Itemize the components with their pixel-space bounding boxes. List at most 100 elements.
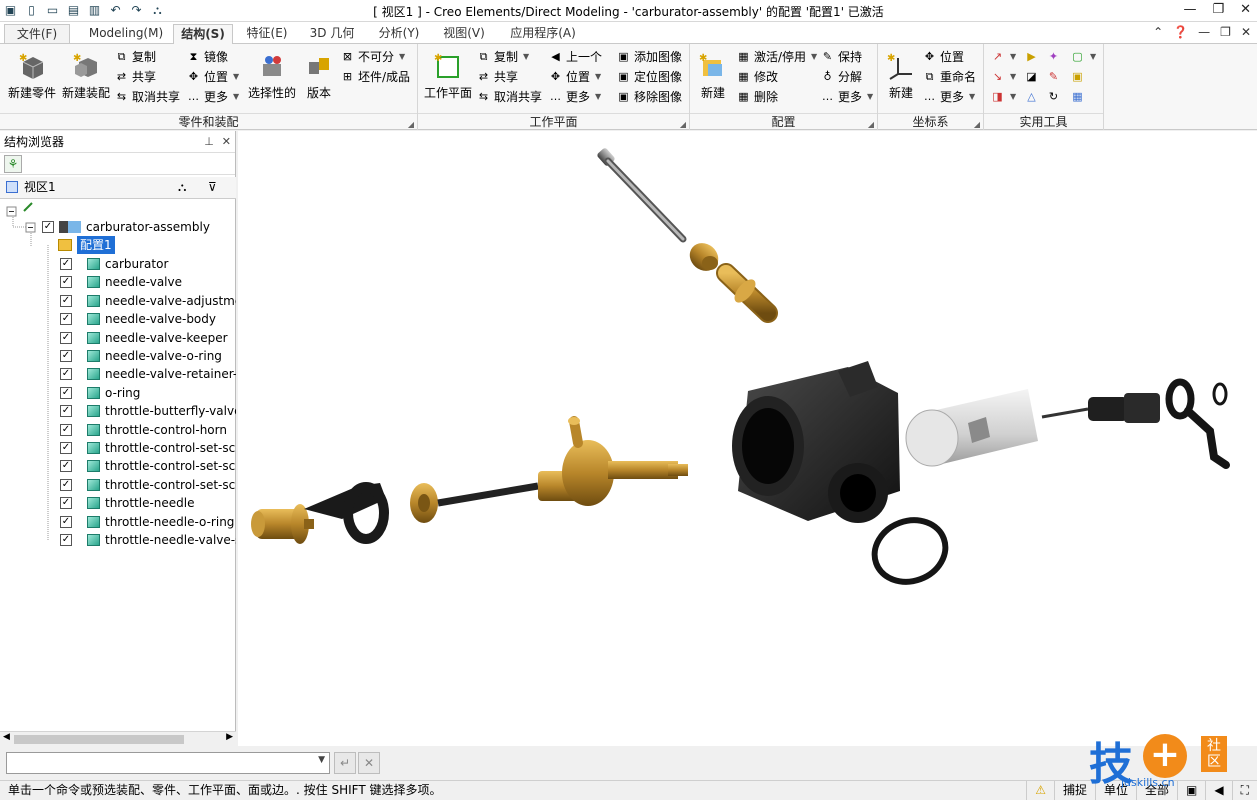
tree-part-item[interactable]: ✓ needle-valve-keeper [60,329,228,347]
tree-part-item[interactable]: ✓ throttle-control-set-scre [60,439,236,457]
position-workplane-button[interactable]: ✥ 位置 ▼ [548,68,601,86]
tab-feature[interactable]: 特征(E) [236,24,298,44]
tree-part-item[interactable]: ✓ throttle-needle-o-ring [60,513,234,531]
more-config-button[interactable]: … 更多 ▼ [820,88,873,106]
copy-workplane-button[interactable]: ⧉ 复制 ▼ [476,48,530,66]
util-refresh-button[interactable]: ↻ [1046,88,1061,106]
3d-viewport[interactable] [238,131,1257,746]
previous-button[interactable]: ◀ 上一个 [548,48,602,66]
remove-image-button[interactable]: ▣ 移除图像 [616,88,682,106]
visibility-checkbox[interactable]: ✓ [60,258,72,270]
filter-icon[interactable]: ⊽ [208,177,217,198]
stock-button[interactable]: ⊞ 坯件/成品 [340,68,410,86]
scroll-right-icon[interactable]: ▶ [226,732,233,742]
place-image-button[interactable]: ▣ 定位图像 [616,68,682,86]
tab-view[interactable]: 视图(V) [432,24,496,44]
workplane-button[interactable]: ✱ 工作平面 [422,52,474,101]
more-coord-button[interactable]: … 更多 ▼ [922,88,975,106]
tree-config-item[interactable]: 配置1 [58,236,115,254]
util-shapes-button[interactable]: △ [1024,88,1039,106]
visibility-checkbox[interactable]: ✓ [60,368,72,381]
add-image-button[interactable]: ▣ 添加图像 [616,48,682,66]
visibility-checkbox[interactable]: ✓ [60,460,72,473]
tree-root[interactable]: ✓ carburator-assembly [42,218,210,236]
visibility-checkbox[interactable]: ✓ [60,515,72,528]
indivisible-button[interactable]: ⊠ 不可分 ▼ [340,48,405,66]
util-box-button[interactable]: ◨ ▼ [990,88,1016,106]
help-icon[interactable]: ❓ [1173,25,1188,39]
tree-part-item[interactable]: ✓ needle-valve [60,273,182,291]
new-assembly-button[interactable]: ✱ 新建装配 [60,52,112,101]
new-coord-button[interactable]: ✱ 新建 [882,52,920,101]
util-edit-button[interactable]: ✎ [1046,68,1061,86]
tree-part-item[interactable]: ✓ needle-valve-o-ring [60,347,222,365]
search-binoculars-icon[interactable]: ⛬ [178,177,186,198]
share-workplane-button[interactable]: ⇄ 共享 [476,68,518,86]
tree-part-item[interactable]: ✓ carburator [60,255,168,273]
mirror-button[interactable]: ⧗ 镜像 [186,48,228,66]
warning-icon[interactable]: ⚠ [1026,781,1054,800]
tree-part-item[interactable]: ✓ o-ring [60,384,140,402]
close-icon[interactable]: ✕ [1240,2,1251,17]
browser-horizontal-scrollbar[interactable]: ◀ ▶ [0,731,236,746]
view-selector[interactable]: 视区1 ⛬ ⊽ [0,177,236,199]
tab-file[interactable]: 文件(F) [4,24,70,44]
visibility-checkbox[interactable]: ✓ [60,478,72,491]
tab-3d-geometry[interactable]: 3D 几何 [300,24,364,44]
tree-part-item[interactable]: ✓ needle-valve-retainer-nu [60,365,236,383]
collapse-ribbon-icon[interactable]: ⌃ [1153,25,1163,39]
more-workplane-button[interactable]: … 更多 ▼ [548,88,601,106]
unshare-workplane-button[interactable]: ⇆ 取消共享 [476,88,542,106]
visibility-checkbox[interactable]: ✓ [60,442,72,454]
command-input[interactable]: ▼ [6,752,330,774]
visibility-checkbox[interactable]: ✓ [60,294,72,307]
util-frame-button[interactable]: ▢ ▼ [1070,48,1096,66]
tree-part-item[interactable]: ✓ throttle-needle [60,494,194,512]
util-color-button[interactable]: ✦ [1046,48,1061,66]
tree-mode-icon[interactable]: ⚘ [4,155,22,173]
tree-part-item[interactable]: ✓ needle-valve-adjustmen [60,292,236,310]
tree-part-item[interactable]: ✓ throttle-control-set-scre [60,476,236,494]
visibility-checkbox[interactable]: ✓ [60,331,72,344]
visibility-checkbox[interactable]: ✓ [60,313,72,326]
visibility-checkbox[interactable]: ✓ [60,276,72,289]
scroll-thumb[interactable] [14,735,184,744]
tree-part-item[interactable]: ✓ needle-valve-body [60,310,216,328]
close-panel-icon[interactable]: ✕ [222,131,231,153]
position-coord-button[interactable]: ✥ 位置 [922,48,964,66]
util-calculator-button[interactable]: ▦ [1070,88,1085,106]
copy-part-button[interactable]: ⧉ 复制 [114,48,156,66]
command-dropdown-icon[interactable]: ▼ [318,755,325,765]
util-axis-button[interactable]: ↘ ▼ [990,68,1016,86]
visibility-checkbox[interactable]: ✓ [60,405,72,418]
cancel-command-button[interactable]: ✕ [358,752,380,774]
visibility-checkbox[interactable]: ✓ [60,350,72,362]
more-parts-button[interactable]: … 更多 ▼ [186,88,239,106]
tab-structure[interactable]: 结构(S) [173,24,233,44]
tree-part-item[interactable]: ✓ throttle-control-horn [60,421,227,439]
minimize-doc-icon[interactable]: — [1198,25,1210,39]
restore-icon[interactable]: ❐ [1212,2,1224,17]
tab-analysis[interactable]: 分析(Y) [368,24,430,44]
keep-config-button[interactable]: ✎ 保持 [820,48,862,66]
visibility-checkbox[interactable]: ✓ [60,386,72,399]
tab-applications[interactable]: 应用程序(A) [498,24,588,44]
tree-part-item[interactable]: ✓ throttle-needle-valve-sc [60,531,236,549]
modify-config-button[interactable]: ▦ 修改 [736,68,778,86]
activate-config-button[interactable]: ▦ 激活/停用 ▼ [736,48,817,66]
selective-button[interactable]: 选择性的 [244,52,300,101]
explode-config-button[interactable]: ♁ 分解 [820,68,862,86]
pin-icon[interactable]: ⊥ [204,131,214,153]
util-image-button[interactable]: ▣ [1070,68,1085,86]
tab-modeling[interactable]: Modeling(M) [80,24,172,44]
visibility-checkbox[interactable]: ✓ [60,423,72,436]
version-button[interactable]: 版本 [300,52,338,101]
tree-part-item[interactable]: ✓ throttle-butterfly-valve [60,402,236,420]
visibility-checkbox[interactable]: ✓ [42,221,54,233]
new-part-button[interactable]: ✱ 新建零件 [6,52,58,101]
share-part-button[interactable]: ⇄ 共享 [114,68,156,86]
restore-doc-icon[interactable]: ❐ [1220,25,1231,39]
scroll-left-icon[interactable]: ◀ [3,732,10,742]
delete-config-button[interactable]: ▦ 删除 [736,88,778,106]
tree-part-item[interactable]: ✓ throttle-control-set-scre [60,457,236,475]
